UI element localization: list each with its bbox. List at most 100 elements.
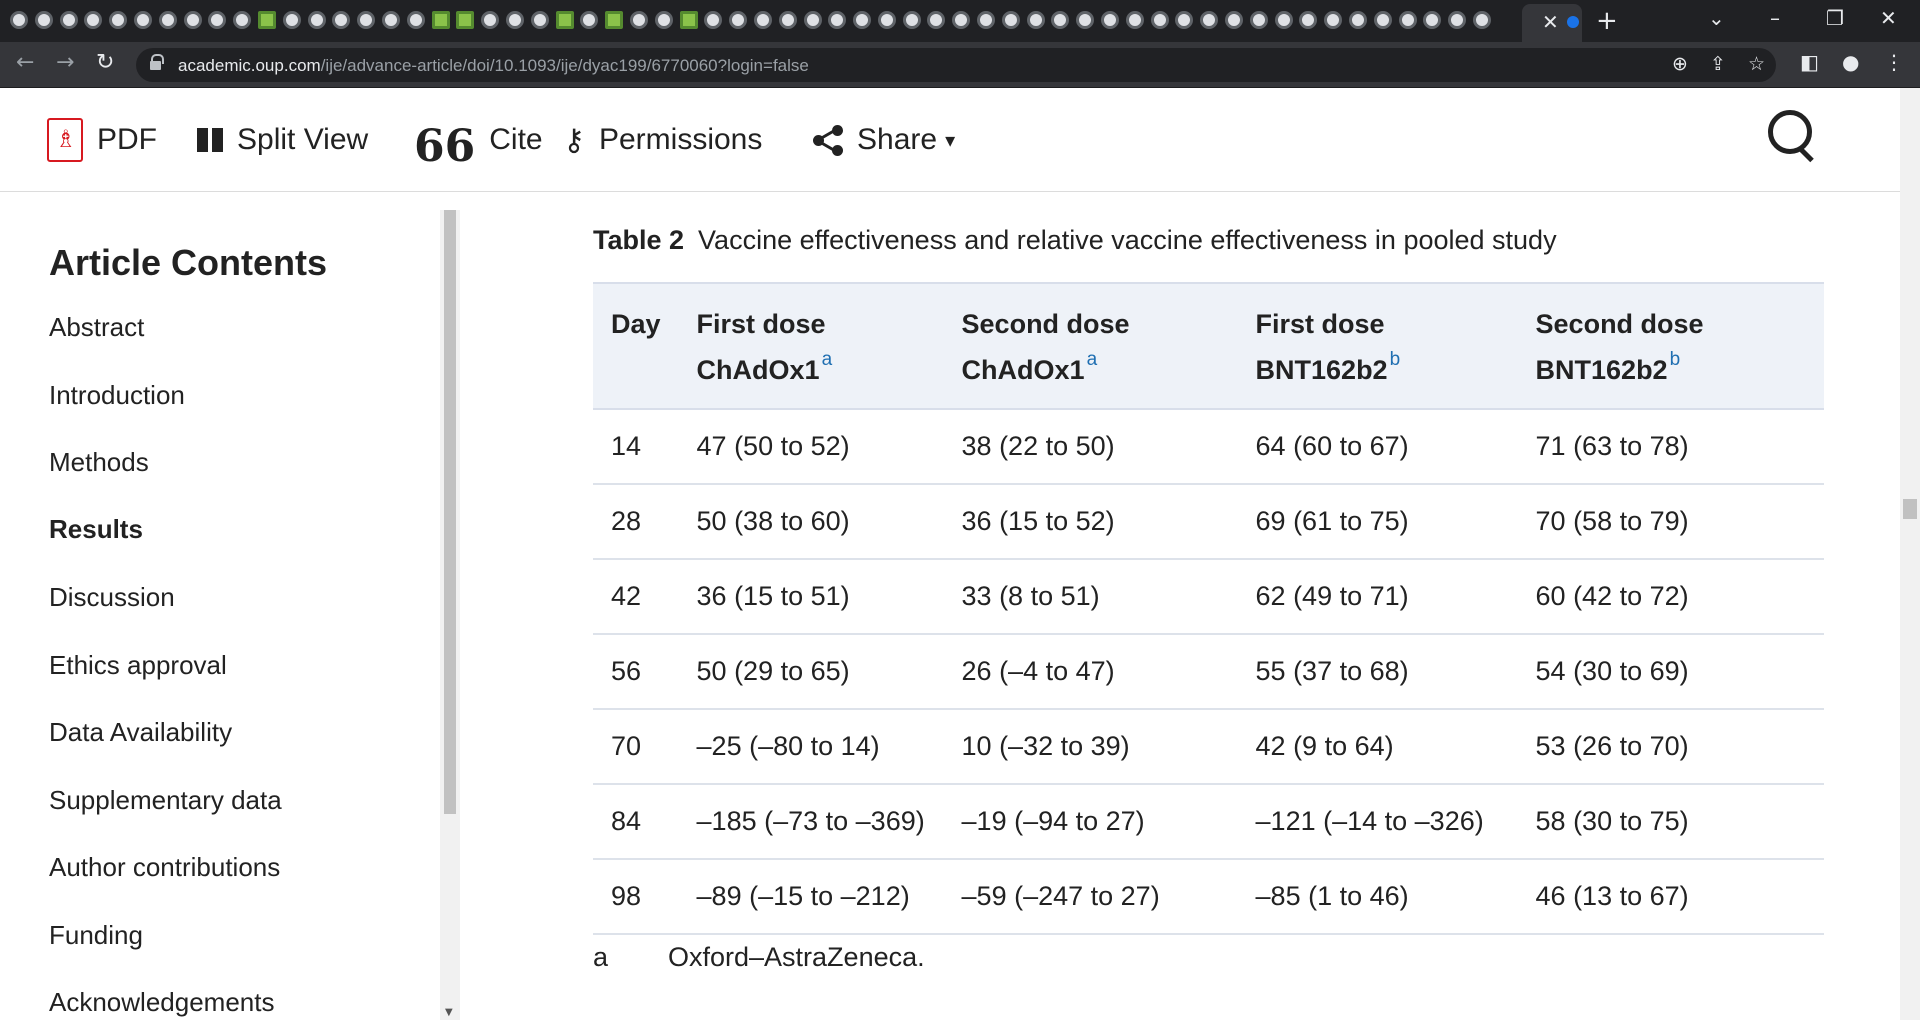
tab-favicon-icon[interactable] <box>431 11 450 29</box>
tab-favicon-icon[interactable] <box>10 11 28 29</box>
tab-favicon-icon[interactable] <box>803 11 822 29</box>
close-window-icon[interactable]: ✕ <box>1880 6 1897 30</box>
tab-favicon-icon[interactable] <box>456 11 475 29</box>
tab-favicon-icon[interactable] <box>381 11 400 29</box>
tab-favicon-icon[interactable] <box>1423 11 1442 29</box>
sidebar-item-discussion[interactable]: Discussion <box>49 582 175 613</box>
split-view-button[interactable]: Split View <box>197 118 368 162</box>
forward-arrow-icon[interactable]: → <box>56 50 74 75</box>
sidebar-scrollbar[interactable]: ▼ <box>440 210 460 1020</box>
tab-favicon-icon[interactable] <box>952 11 971 29</box>
back-arrow-icon[interactable]: ← <box>16 50 34 75</box>
tab-favicon-icon[interactable] <box>753 11 772 29</box>
tab-favicon-icon[interactable] <box>704 11 723 29</box>
sidebar-item-data-availability[interactable]: Data Availability <box>49 717 232 748</box>
tab-favicon-icon[interactable] <box>109 11 128 29</box>
tab-favicon-icon[interactable] <box>1175 11 1194 29</box>
tab-favicon-icon[interactable] <box>1448 11 1467 29</box>
share-page-icon[interactable]: ⇪ <box>1710 53 1726 75</box>
tab-favicon-icon[interactable] <box>1324 11 1343 29</box>
tab-favicon-icon[interactable] <box>555 11 574 29</box>
tab-favicon-icon[interactable] <box>1150 11 1169 29</box>
lock-icon[interactable] <box>150 54 164 71</box>
tab-favicon-icon[interactable] <box>1274 11 1293 29</box>
sidebar-item-author-contributions[interactable]: Author contributions <box>49 852 280 883</box>
page-scrollbar[interactable] <box>1900 88 1920 1020</box>
footnote-link[interactable]: b <box>1670 349 1681 370</box>
pdf-button[interactable]: PDF <box>47 118 157 162</box>
sidebar-item-acknowledgements[interactable]: Acknowledgements <box>49 987 274 1018</box>
tab-favicon-icon[interactable] <box>307 11 326 29</box>
tab-favicon-icon[interactable] <box>679 11 698 29</box>
tab-favicon-icon[interactable] <box>927 11 946 29</box>
tab-favicon-icon[interactable] <box>1026 11 1045 29</box>
tab-favicon-icon[interactable] <box>282 11 301 29</box>
tab-favicon-icon[interactable] <box>406 11 425 29</box>
bookmark-star-icon[interactable]: ☆ <box>1748 53 1765 75</box>
tab-favicon-icon[interactable] <box>1473 11 1492 29</box>
tab-favicon-icon[interactable] <box>257 11 276 29</box>
address-bar[interactable]: academic.oup.com/ije/advance-article/doi… <box>136 48 1776 82</box>
tab-favicon-icon[interactable] <box>1373 11 1392 29</box>
tab-search-icon[interactable]: ⌄ <box>1708 6 1725 30</box>
tab-favicon-icon[interactable] <box>208 11 227 29</box>
tab-favicon-icon[interactable] <box>1349 11 1368 29</box>
sidebar-scroll-thumb[interactable] <box>444 210 456 814</box>
scroll-down-arrow-icon[interactable]: ▼ <box>445 1007 453 1018</box>
footnote-link[interactable]: a <box>1087 349 1098 370</box>
search-icon[interactable] <box>1768 110 1816 158</box>
minimize-icon[interactable]: – <box>1770 6 1780 30</box>
tab-favicon-icon[interactable] <box>332 11 351 29</box>
menu-kebab-icon[interactable]: ⋮ <box>1884 50 1904 74</box>
tab-favicon-icon[interactable] <box>357 11 376 29</box>
side-panel-icon[interactable]: ◧ <box>1800 50 1819 74</box>
footnote-link[interactable]: a <box>822 349 833 370</box>
profile-avatar-icon[interactable]: ● <box>1842 50 1859 74</box>
sidebar-item-results[interactable]: Results <box>49 514 143 545</box>
tab-favicon-icon[interactable] <box>183 11 202 29</box>
tab-favicon-icon[interactable] <box>1125 11 1144 29</box>
tab-favicon-icon[interactable] <box>580 11 599 29</box>
tab-favicon-icon[interactable] <box>133 11 152 29</box>
tab-favicon-icon[interactable] <box>84 11 103 29</box>
share-button[interactable]: Share ▾ <box>813 118 955 162</box>
sidebar-item-abstract[interactable]: Abstract <box>49 312 144 343</box>
tab-favicon-icon[interactable] <box>853 11 872 29</box>
tab-favicon-icon[interactable] <box>1200 11 1219 29</box>
tab-favicon-icon[interactable] <box>1101 11 1120 29</box>
tab-favicon-icon[interactable] <box>481 11 500 29</box>
tab-favicon-icon[interactable] <box>605 11 624 29</box>
tab-favicon-icon[interactable] <box>902 11 921 29</box>
page-scroll-thumb[interactable] <box>1903 499 1917 519</box>
cite-button[interactable]: 66 Cite <box>414 118 543 169</box>
new-tab-button[interactable]: + <box>1596 6 1618 36</box>
sidebar-item-introduction[interactable]: Introduction <box>49 380 185 411</box>
sidebar-item-supplementary-data[interactable]: Supplementary data <box>49 785 282 816</box>
tab-favicon-icon[interactable] <box>505 11 524 29</box>
tab-favicon-icon[interactable] <box>530 11 549 29</box>
tab-favicon-icon[interactable] <box>729 11 748 29</box>
tab-favicon-icon[interactable] <box>158 11 177 29</box>
url-text[interactable]: academic.oup.com/ije/advance-article/doi… <box>178 56 809 76</box>
close-tab-icon[interactable]: ✕ <box>1542 10 1559 34</box>
restore-icon[interactable]: ❐ <box>1826 6 1844 30</box>
tab-favicon-icon[interactable] <box>1225 11 1244 29</box>
tab-favicon-icon[interactable] <box>1051 11 1070 29</box>
sidebar-item-methods[interactable]: Methods <box>49 447 149 478</box>
pinned-tabs[interactable] <box>10 11 1520 31</box>
tab-favicon-icon[interactable] <box>629 11 648 29</box>
tab-favicon-icon[interactable] <box>778 11 797 29</box>
tab-favicon-icon[interactable] <box>1398 11 1417 29</box>
active-tab[interactable]: ✕ <box>1522 4 1582 42</box>
tab-favicon-icon[interactable] <box>1076 11 1095 29</box>
tab-favicon-icon[interactable] <box>59 11 78 29</box>
sidebar-item-funding[interactable]: Funding <box>49 920 143 951</box>
tab-favicon-icon[interactable] <box>828 11 847 29</box>
tab-favicon-icon[interactable] <box>877 11 896 29</box>
tab-favicon-icon[interactable] <box>34 11 53 29</box>
tab-favicon-icon[interactable] <box>1249 11 1268 29</box>
reload-icon[interactable]: ↻ <box>96 50 114 75</box>
tab-favicon-icon[interactable] <box>1001 11 1020 29</box>
tab-favicon-icon[interactable] <box>977 11 996 29</box>
tab-favicon-icon[interactable] <box>654 11 673 29</box>
